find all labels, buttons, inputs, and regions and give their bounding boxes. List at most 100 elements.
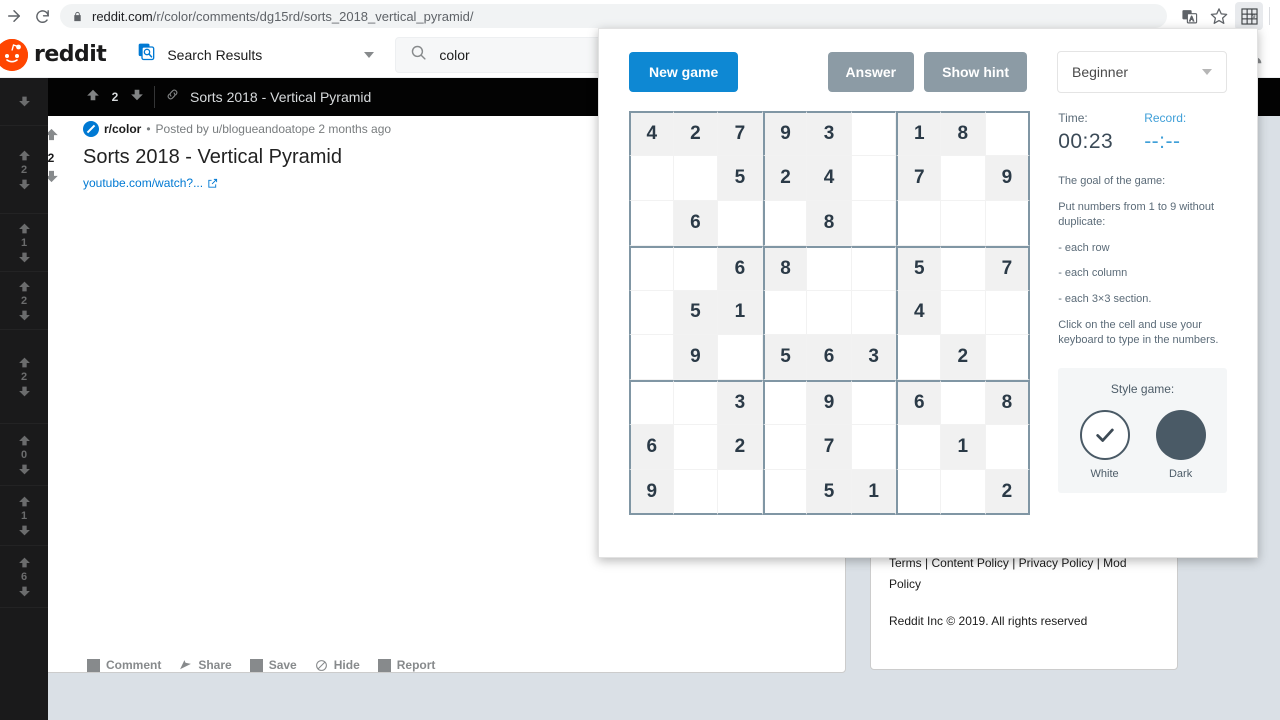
sudoku-cell-r5c1[interactable] (629, 290, 674, 336)
vote-rail-item[interactable]: 2 (0, 126, 48, 214)
sudoku-cell-r9c2[interactable] (673, 470, 719, 515)
vote-rail-item[interactable]: 2 (0, 272, 48, 330)
new-game-button[interactable]: New game (629, 52, 739, 92)
sudoku-cell-r4c6[interactable] (851, 245, 897, 291)
sudoku-cell-r1c1[interactable]: 4 (629, 111, 674, 156)
sudoku-cell-r2c3[interactable]: 5 (718, 155, 763, 201)
sudoku-cell-r5c7[interactable]: 4 (896, 290, 942, 336)
sudoku-cell-r6c5[interactable]: 6 (807, 335, 852, 381)
save-button[interactable]: Save (249, 658, 297, 672)
sudoku-cell-r8c3[interactable]: 2 (718, 425, 763, 471)
sudoku-cell-r8c5[interactable]: 7 (807, 425, 852, 471)
sudoku-cell-r2c1[interactable] (629, 155, 674, 201)
sudoku-extension-icon[interactable]: 9 (1235, 2, 1263, 30)
vote-rail-item[interactable]: 2 (0, 330, 48, 424)
sudoku-cell-r8c7[interactable] (896, 425, 942, 471)
answer-button[interactable]: Answer (827, 52, 915, 92)
sudoku-cell-r9c9[interactable]: 2 (985, 470, 1031, 515)
style-option-dark[interactable]: Dark (1155, 409, 1206, 480)
sudoku-cell-r6c3[interactable] (718, 335, 763, 381)
subreddit-name[interactable]: r/color (104, 122, 141, 136)
sudoku-cell-r3c8[interactable] (941, 200, 986, 246)
sudoku-cell-r5c6[interactable] (851, 290, 897, 336)
sudoku-cell-r6c7[interactable] (896, 335, 942, 381)
reddit-logo[interactable]: reddit (0, 38, 107, 71)
sudoku-cell-r9c1[interactable]: 9 (629, 470, 674, 515)
forward-arrow-icon[interactable] (0, 2, 28, 30)
sudoku-cell-r3c4[interactable] (762, 200, 808, 246)
sudoku-cell-r3c1[interactable] (629, 200, 674, 246)
sudoku-cell-r3c6[interactable] (851, 200, 897, 246)
reload-icon[interactable] (28, 2, 56, 30)
sudoku-cell-r9c5[interactable]: 5 (807, 470, 852, 515)
sudoku-cell-r8c6[interactable] (851, 425, 897, 471)
sudoku-cell-r7c9[interactable]: 8 (985, 380, 1031, 426)
vote-rail-item[interactable] (0, 78, 48, 126)
sudoku-cell-r7c4[interactable] (762, 380, 808, 426)
sudoku-cell-r2c8[interactable] (941, 155, 986, 201)
footer-link-terms[interactable]: Terms (889, 556, 922, 570)
sudoku-cell-r3c9[interactable] (985, 200, 1031, 246)
comment-button[interactable]: Comment (87, 658, 161, 672)
sudoku-cell-r4c4[interactable]: 8 (762, 245, 808, 291)
sudoku-cell-r1c3[interactable]: 7 (718, 111, 763, 156)
sudoku-cell-r3c3[interactable] (718, 200, 763, 246)
sudoku-cell-r1c6[interactable] (851, 111, 897, 156)
sudoku-cell-r8c1[interactable]: 6 (629, 425, 674, 471)
vote-rail-item[interactable]: 1 (0, 486, 48, 546)
blackbar-downvote-icon[interactable] (130, 88, 144, 107)
hide-button[interactable]: Hide (315, 658, 360, 672)
sudoku-cell-r8c8[interactable]: 1 (941, 425, 986, 471)
sudoku-board[interactable]: 42793185247968685751495632396862719512 (629, 111, 1031, 515)
sudoku-cell-r2c2[interactable] (673, 155, 719, 201)
sudoku-cell-r7c3[interactable]: 3 (718, 380, 763, 426)
sudoku-cell-r3c7[interactable] (896, 200, 942, 246)
sudoku-cell-r4c7[interactable]: 5 (896, 245, 942, 291)
show-hint-button[interactable]: Show hint (924, 52, 1027, 92)
sudoku-cell-r1c5[interactable]: 3 (807, 111, 852, 156)
sudoku-cell-r9c4[interactable] (762, 470, 808, 515)
sudoku-cell-r6c8[interactable]: 2 (941, 335, 986, 381)
sudoku-cell-r7c8[interactable] (941, 380, 986, 426)
sudoku-cell-r4c5[interactable] (807, 245, 852, 291)
sudoku-cell-r4c9[interactable]: 7 (985, 245, 1031, 291)
sudoku-cell-r6c2[interactable]: 9 (673, 335, 719, 381)
sudoku-cell-r1c2[interactable]: 2 (673, 111, 719, 156)
report-button[interactable]: Report (377, 658, 435, 672)
sudoku-cell-r6c6[interactable]: 3 (851, 335, 897, 381)
sudoku-cell-r8c2[interactable] (673, 425, 719, 471)
sudoku-cell-r7c6[interactable] (851, 380, 897, 426)
share-button[interactable]: Share (179, 658, 232, 672)
footer-link-privacy-policy[interactable]: Privacy Policy (1019, 556, 1094, 570)
sudoku-cell-r1c9[interactable] (985, 111, 1031, 156)
sudoku-cell-r2c6[interactable] (851, 155, 897, 201)
star-icon[interactable] (1205, 2, 1233, 30)
sudoku-cell-r4c3[interactable]: 6 (718, 245, 763, 291)
sudoku-cell-r5c4[interactable] (762, 290, 808, 336)
sudoku-cell-r1c8[interactable]: 8 (941, 111, 986, 156)
sudoku-cell-r6c1[interactable] (629, 335, 674, 381)
sudoku-cell-r5c2[interactable]: 5 (673, 290, 719, 336)
sudoku-cell-r5c9[interactable] (985, 290, 1031, 336)
blackbar-upvote-icon[interactable] (86, 88, 100, 107)
sudoku-cell-r1c4[interactable]: 9 (762, 111, 808, 156)
sudoku-cell-r7c5[interactable]: 9 (807, 380, 852, 426)
search-results-dropdown[interactable]: Search Results (128, 37, 383, 73)
vote-rail-item[interactable]: 6 (0, 546, 48, 608)
address-bar[interactable]: reddit.com/r/color/comments/dg15rd/sorts… (60, 4, 1167, 28)
sudoku-cell-r4c8[interactable] (941, 245, 986, 291)
sudoku-cell-r5c3[interactable]: 1 (718, 290, 763, 336)
sudoku-cell-r7c2[interactable] (673, 380, 719, 426)
sudoku-cell-r9c7[interactable] (896, 470, 942, 515)
style-option-white[interactable]: White (1079, 409, 1130, 480)
sudoku-cell-r3c2[interactable]: 6 (673, 200, 719, 246)
sudoku-cell-r7c1[interactable] (629, 380, 674, 426)
sudoku-cell-r8c9[interactable] (985, 425, 1031, 471)
difficulty-select[interactable]: Beginner (1057, 51, 1227, 93)
white-swatch[interactable] (1079, 409, 1130, 460)
sudoku-cell-r4c2[interactable] (673, 245, 719, 291)
sudoku-cell-r2c5[interactable]: 4 (807, 155, 852, 201)
footer-link-content-policy[interactable]: Content Policy (931, 556, 1008, 570)
sudoku-cell-r2c7[interactable]: 7 (896, 155, 942, 201)
sudoku-cell-r1c7[interactable]: 1 (896, 111, 942, 156)
